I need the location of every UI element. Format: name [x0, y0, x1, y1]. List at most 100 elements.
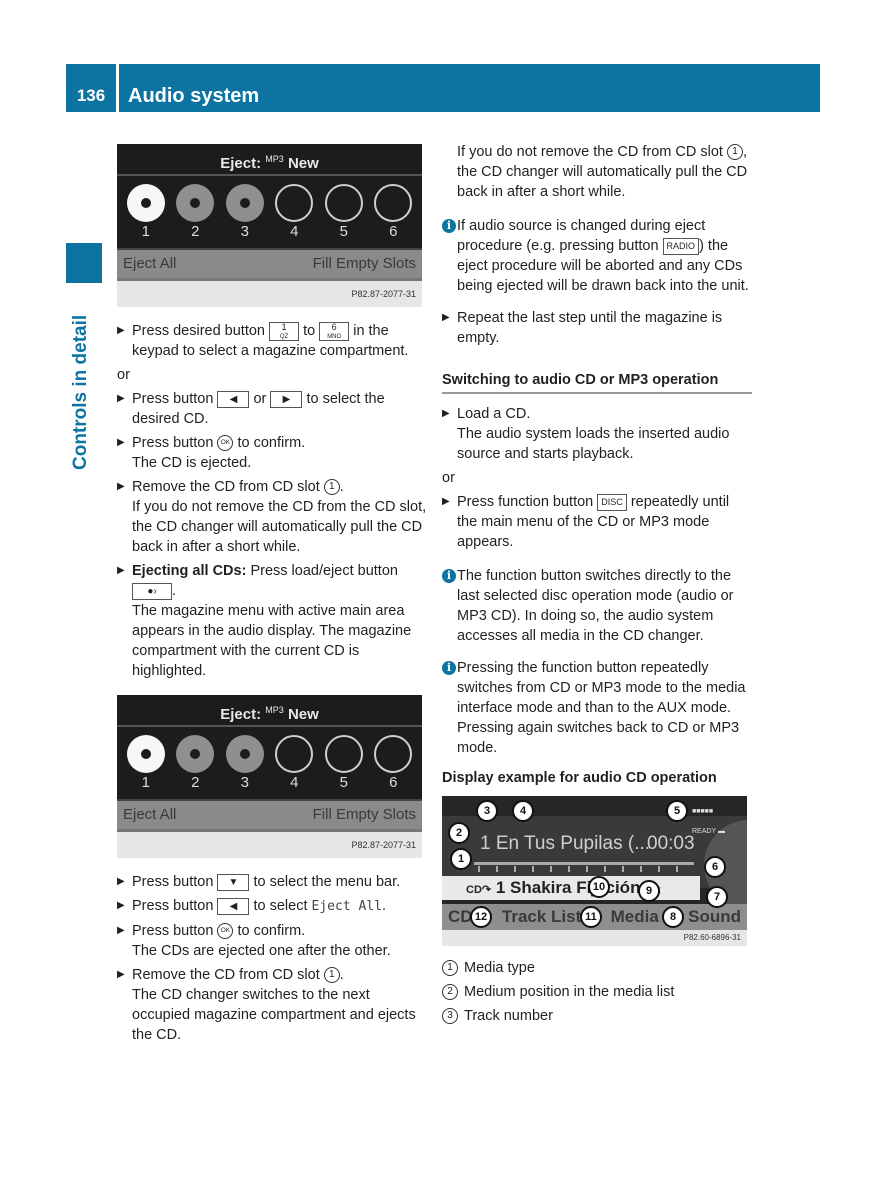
magazine-slot[interactable]: 5: [324, 735, 364, 799]
instruction-step: Press button ◀ to select Eject All.: [117, 896, 427, 917]
magazine-slot[interactable]: 4: [274, 735, 314, 799]
step-text: Press load/eject button: [250, 563, 398, 579]
header-divider: [116, 64, 119, 112]
instruction-step: Remove the CD from CD slot 1. The CD cha…: [117, 965, 427, 1045]
figure-heading: Display example for audio CD operation: [442, 770, 717, 786]
text: If you do not remove the CD from CD slot: [457, 144, 723, 160]
legend-text: Track number: [464, 1008, 553, 1024]
track-number: 1: [480, 833, 491, 854]
legend-item: 1 Media type: [442, 958, 752, 978]
magazine-slot[interactable]: 4: [274, 184, 314, 248]
text: Pressing the function button repeatedly …: [457, 660, 746, 756]
instruction-step: Ejecting all CDs: Press load/eject butto…: [117, 561, 427, 681]
page-title: Audio system: [128, 85, 260, 107]
right-arrow-key-icon: ▶: [270, 390, 303, 408]
slot-number: 5: [339, 774, 348, 791]
step-text: or: [253, 391, 267, 407]
slot-number: 6: [389, 223, 398, 240]
eject-title: Eject:: [220, 155, 262, 172]
magazine-slot[interactable]: 2: [175, 735, 215, 799]
slot-number: 6: [389, 774, 398, 791]
media-position: 1: [495, 878, 506, 897]
step-result: The magazine menu with active main area …: [132, 603, 412, 679]
magazine-slot[interactable]: 5: [324, 184, 364, 248]
figure-caption: P82.87-2077-31: [117, 278, 422, 307]
down-arrow-key-icon: ▼: [217, 873, 250, 891]
instruction-step: Press button OK to confirm. The CDs are …: [117, 921, 427, 961]
progress-bar: [474, 862, 694, 865]
eject-all-item[interactable]: Eject All: [123, 250, 176, 278]
or-label: or: [117, 367, 130, 383]
keypad-1-key: 1 QZ: [269, 321, 300, 341]
slot-number: 3: [240, 223, 249, 240]
callout-5: 5: [666, 800, 688, 822]
step-result: The CD is ejected.: [132, 455, 252, 471]
instruction-step: Press function button DISC repeatedly un…: [442, 492, 752, 552]
step-text: to confirm.: [237, 923, 306, 939]
fill-empty-slots-item[interactable]: Fill Empty Slots: [313, 250, 416, 278]
step-result: The CD changer switches to the next occu…: [132, 987, 416, 1043]
eject-title-suffix: New: [287, 706, 319, 723]
legend-text: Media type: [464, 960, 535, 976]
disc-icon: [176, 735, 215, 773]
left-column: Eject: MP3 New 1 2 3 4 5 6 Eject All Fil…: [117, 142, 427, 1049]
magazine-slots: 1 2 3 4 5 6: [117, 176, 422, 248]
track-title: En Tus Pupilas (...: [495, 833, 651, 854]
magazine-slot[interactable]: 3: [225, 184, 265, 248]
step-text: Press function button: [457, 494, 594, 510]
step-text: Remove the CD from CD slot: [132, 967, 320, 983]
step-text: Press button: [132, 435, 214, 451]
magazine-slot[interactable]: 6: [373, 184, 413, 248]
artist-name: Shakira: [510, 878, 572, 897]
magazine-slot[interactable]: 1: [126, 184, 166, 248]
disc-icon: [126, 735, 165, 773]
slot-number: 5: [339, 223, 348, 240]
callout-3-icon: 3: [442, 1008, 458, 1025]
legend-text: Medium position in the media list: [464, 984, 675, 1000]
empty-slot-icon: [374, 184, 413, 222]
slot-number: 4: [290, 223, 299, 240]
progress-ticks: [478, 866, 693, 872]
eject-menu-bar: Eject All Fill Empty Slots: [117, 799, 422, 829]
callout-1: 1: [450, 848, 472, 870]
eject-all-reference: Eject All: [311, 899, 382, 914]
text: The function button switches directly to…: [457, 568, 734, 644]
callout-11: 11: [580, 906, 602, 928]
magazine-slot[interactable]: 3: [225, 735, 265, 799]
empty-slot-icon: [275, 184, 314, 222]
left-arrow-key-icon: ◀: [217, 897, 250, 915]
side-tab-marker: [66, 243, 102, 283]
menu-media[interactable]: Media: [611, 904, 659, 930]
slot-number: 3: [240, 774, 249, 791]
eject-all-item[interactable]: Eject All: [123, 801, 176, 829]
callout-2-icon: 2: [442, 984, 458, 1001]
status-indicator: ■■■■■ READY ▬: [692, 808, 725, 835]
menu-track-list[interactable]: Track List: [502, 904, 581, 930]
media-strip: CD↷ 1 Shakira Fijación Mix: [442, 876, 700, 900]
eject-menu-bar: Eject All Fill Empty Slots: [117, 248, 422, 278]
info-icon: i: [442, 569, 456, 583]
eject-title-suffix: New: [287, 155, 319, 172]
callout-10: 10: [588, 876, 610, 898]
side-tab-label: Controls in detail: [70, 314, 91, 470]
magazine-slot[interactable]: 1: [126, 735, 166, 799]
info-note: i Pressing the function button repeatedl…: [442, 658, 752, 758]
keypad-6-key: 6 MNO: [319, 321, 350, 341]
eject-title: Eject:: [220, 706, 262, 723]
callout-8: 8: [662, 906, 684, 928]
magazine-slot[interactable]: 6: [373, 735, 413, 799]
step-text: to select the menu bar.: [253, 874, 401, 890]
step-text: Press button: [132, 391, 214, 407]
mp3-icon: MP3: [265, 705, 284, 715]
magazine-slot[interactable]: 2: [175, 184, 215, 248]
step-text: Load a CD.: [457, 406, 531, 422]
instruction-step: Repeat the last step until the magazine …: [442, 308, 752, 348]
info-note: i If audio source is changed during ejec…: [442, 216, 752, 296]
menu-cd[interactable]: CD: [448, 904, 473, 930]
right-column: If you do not remove the CD from CD slot…: [442, 142, 752, 1030]
callout-2: 2: [448, 822, 470, 844]
fill-empty-slots-item[interactable]: Fill Empty Slots: [313, 801, 416, 829]
callout-7: 7: [706, 886, 728, 908]
eject-title-bar: Eject: MP3 New: [117, 695, 422, 727]
instruction-step: Press desired button 1QZ to 6MNO in the …: [117, 321, 427, 361]
